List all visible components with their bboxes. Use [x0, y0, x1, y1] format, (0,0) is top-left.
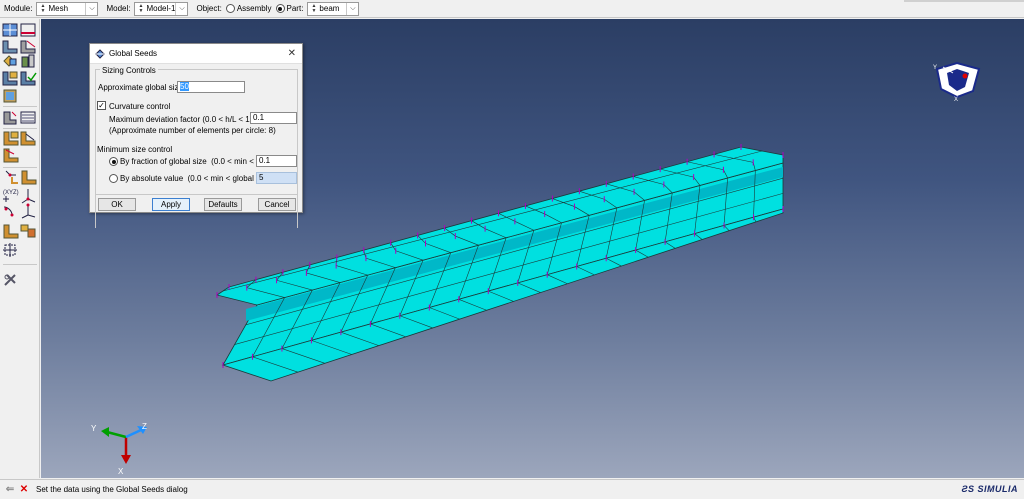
part-combo[interactable]: ▲ ▼ beam ⌵	[307, 1, 360, 16]
view-cube-x-label: X	[954, 97, 958, 103]
chevron-down-icon[interactable]: ⌵	[346, 2, 358, 15]
seed-delete-part-icon[interactable]	[2, 40, 18, 54]
simulia-logo: ƧS SIMULIA	[961, 484, 1018, 494]
by-absolute-label: By absolute value	[120, 174, 184, 183]
svg-text:(XYZ): (XYZ)	[3, 190, 19, 196]
part-value: beam	[319, 4, 340, 13]
datum-csys-icon[interactable]	[21, 189, 36, 204]
toolbox: (XYZ)	[0, 19, 40, 478]
partition-edge-icon[interactable]	[3, 148, 19, 163]
triad-x-arrow	[121, 455, 131, 464]
sizing-controls-label: Sizing Controls	[100, 66, 158, 75]
mesh-controls-icon[interactable]	[3, 55, 17, 67]
by-fraction-field[interactable]: 0.1	[256, 155, 297, 167]
assembly-radio[interactable]: Assembly	[225, 3, 272, 14]
status-bar: ⇐ ✕ Set the data using the Global Seeds …	[0, 479, 1024, 499]
by-fraction-radio[interactable]: By fraction of global size (0.0 < min < …	[109, 157, 270, 167]
assembly-label: Assembly	[236, 3, 272, 13]
tools-icon[interactable]	[4, 274, 16, 286]
datum-axis-icon[interactable]: (XYZ)	[3, 190, 19, 202]
module-combo[interactable]: ▲ ▼ Mesh ⌵	[36, 1, 99, 16]
module-toolbar: Module: ▲ ▼ Mesh ⌵ Model: ▲ ▼ Model-1 ⌵ Ob…	[0, 0, 1024, 18]
partition-face-icon[interactable]	[20, 131, 36, 146]
approx-size-field[interactable]: 50	[177, 81, 245, 93]
approx-size-label: Approximate global size:	[98, 83, 186, 92]
verify-mesh-icon[interactable]	[20, 71, 37, 86]
chevron-down-icon[interactable]: ⌵	[85, 2, 97, 15]
module-value: Mesh	[48, 4, 69, 13]
cancel-x-icon[interactable]: ✕	[18, 484, 30, 496]
part-label: Part:	[286, 3, 304, 13]
triad-y-arrow	[101, 427, 109, 437]
approx-size-value: 50	[180, 82, 189, 91]
by-absolute-radio[interactable]: By absolute value (0.0 < min < global si…	[109, 174, 273, 184]
virtual-topology-icon[interactable]	[3, 206, 14, 217]
mesh-part-icon[interactable]	[2, 71, 18, 86]
window-edge	[904, 0, 1024, 2]
dialog-titlebar[interactable]: Global Seeds ✕	[90, 44, 302, 64]
by-absolute-field[interactable]: 5	[256, 172, 297, 184]
triad-x-label: X	[118, 467, 124, 476]
brand-text: SIMULIA	[977, 484, 1018, 494]
approx-elements-note: (Approximate number of elements per circ…	[109, 126, 276, 135]
mesh-statistics-icon[interactable]	[20, 111, 36, 124]
seed-edge-icon[interactable]	[20, 23, 36, 37]
model-value: Model-1	[146, 4, 176, 13]
min-size-label: Minimum size control	[97, 145, 173, 154]
triad-y-label: Y	[91, 424, 97, 433]
triad-z-label: Z	[142, 422, 147, 431]
close-icon[interactable]: ✕	[288, 48, 296, 59]
apply-button[interactable]: Apply	[152, 198, 190, 211]
back-arrow-icon[interactable]: ⇐	[4, 484, 16, 496]
triad-y-axis	[106, 430, 127, 439]
datum-point-icon[interactable]	[5, 170, 18, 184]
repair-icon[interactable]	[20, 224, 36, 238]
curvature-checkbox[interactable]: ✓	[97, 101, 106, 110]
by-fraction-label: By fraction of global size	[120, 157, 207, 166]
seed-icon	[95, 48, 105, 59]
radio-icon	[225, 4, 235, 14]
triad-z-axis	[125, 428, 142, 439]
defaults-button[interactable]: Defaults	[204, 198, 242, 211]
model-label: Model:	[106, 4, 131, 13]
mesh-line	[245, 177, 784, 326]
ok-button[interactable]: OK	[98, 198, 136, 211]
radio-icon	[109, 157, 118, 167]
spin-icon: ▲ ▼	[40, 2, 46, 14]
object-label: Object:	[196, 4, 222, 13]
edit-mesh-icon[interactable]	[3, 111, 17, 125]
radio-icon	[275, 4, 285, 14]
status-message: Set the data using the Global Seeds dial…	[36, 485, 188, 494]
part-radio[interactable]: Part:	[275, 3, 304, 14]
global-seeds-dialog: Global Seeds ✕ Sizing Controls Approxima…	[89, 43, 303, 228]
dialog-title: Global Seeds	[109, 49, 158, 58]
max-dev-label: Maximum deviation factor (0.0 < h/L < 1.…	[109, 115, 262, 124]
max-dev-field[interactable]: 0.1	[250, 112, 297, 124]
model-combo[interactable]: ▲ ▼ Model-1 ⌵	[134, 1, 189, 16]
spin-icon: ▲ ▼	[311, 2, 317, 14]
seed-part-icon[interactable]	[2, 23, 18, 37]
datum-plane-icon[interactable]	[21, 170, 37, 185]
curvature-label: Curvature control	[109, 102, 171, 111]
mesh-region-icon[interactable]	[3, 89, 17, 103]
view-cube-marker	[962, 73, 968, 79]
datum-tools-icon[interactable]	[21, 203, 36, 219]
merge-icon[interactable]	[3, 224, 19, 239]
view-cube-y-label: Y	[933, 65, 937, 71]
partition-cell-icon[interactable]	[3, 131, 19, 146]
spin-icon: ▲ ▼	[138, 2, 144, 14]
radio-icon	[109, 174, 118, 184]
cancel-button[interactable]: Cancel	[258, 198, 296, 211]
seed-delete-edge-icon[interactable]	[20, 40, 36, 54]
query-icon[interactable]	[3, 243, 17, 257]
button-separator	[95, 194, 298, 195]
chevron-down-icon[interactable]: ⌵	[175, 2, 187, 15]
element-type-icon[interactable]	[21, 54, 35, 68]
module-label: Module:	[4, 4, 33, 13]
